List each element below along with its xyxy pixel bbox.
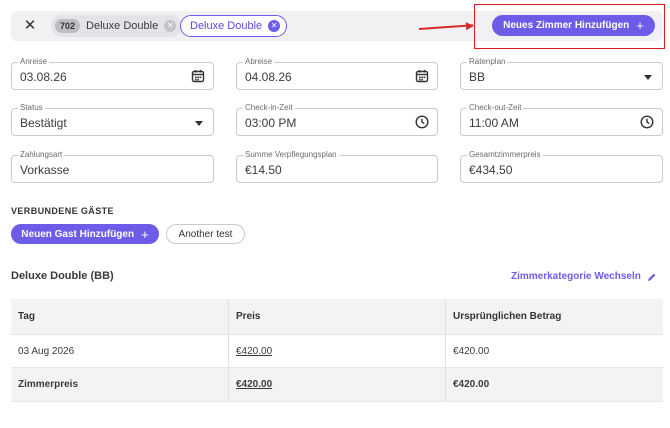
- calendar-icon[interactable]: [191, 69, 205, 83]
- checkin-value: 03:00 PM: [245, 116, 297, 130]
- room-category-title: Deluxe Double (BB): [11, 270, 114, 282]
- chevron-down-icon[interactable]: [644, 75, 652, 80]
- room-tab-active[interactable]: Deluxe Double ✕: [180, 15, 288, 37]
- room-tab-label: Deluxe Double: [86, 20, 159, 32]
- table-total-original-amount: €420.00: [445, 368, 663, 401]
- meal-sum-value: €14.50: [245, 163, 282, 177]
- calendar-icon[interactable]: [415, 69, 429, 83]
- close-icon[interactable]: ✕: [21, 17, 39, 35]
- payment-method-field[interactable]: Zahlungsart Vorkasse: [11, 150, 214, 183]
- table-total-label: Zimmerpreis: [18, 379, 79, 390]
- checkout-value: 11:00 AM: [469, 116, 519, 130]
- table-cell-day: 03 Aug 2026: [18, 345, 75, 357]
- plus-icon: +: [141, 226, 149, 242]
- status-label: Status: [18, 103, 45, 113]
- room-tab-702[interactable]: 702 Deluxe Double ✕: [51, 15, 183, 37]
- total-room-price-label: Gesamtzimmerpreis: [467, 150, 543, 160]
- departure-value: 04.08.26: [245, 70, 292, 84]
- table-cell-price[interactable]: €420.00: [228, 335, 445, 367]
- table-header-row: Tag Preis Ursprünglichen Betrag: [11, 299, 663, 335]
- chevron-down-icon[interactable]: [195, 121, 203, 126]
- status-value: Bestätigt: [20, 116, 67, 130]
- checkout-time-field[interactable]: Check-out-Zeit 11:00 AM: [460, 103, 663, 136]
- linked-guests-heading: VERBUNDENE GÄSTE: [11, 206, 114, 216]
- add-guest-button[interactable]: Neuen Gast Hinzufügen +: [11, 224, 159, 244]
- rate-plan-label: Ratenplan: [467, 57, 508, 67]
- annotation-arrow-head: [465, 21, 475, 31]
- arrival-date-field[interactable]: Anreise 03.08.26: [11, 57, 214, 90]
- table-header-price: Preis: [228, 299, 445, 334]
- remove-tab-icon[interactable]: ✕: [164, 20, 177, 32]
- annotation-highlight-box: [474, 4, 665, 49]
- table-header-day: Tag: [18, 311, 36, 322]
- table-total-row: Zimmerpreis €420.00 €420.00: [11, 368, 663, 402]
- rate-plan-select[interactable]: Ratenplan BB: [460, 57, 663, 90]
- meal-plan-sum-field[interactable]: Summe Verpflegungsplan €14.50: [236, 150, 438, 183]
- arrival-value: 03.08.26: [20, 70, 67, 84]
- table-cell-original-amount: €420.00: [445, 335, 663, 367]
- status-select[interactable]: Status Bestätigt: [11, 103, 214, 136]
- payment-value: Vorkasse: [20, 163, 70, 177]
- table-header-original-amount: Ursprünglichen Betrag: [445, 299, 663, 334]
- checkin-time-field[interactable]: Check-in-Zeit 03:00 PM: [236, 103, 438, 136]
- room-number-badge: 702: [55, 19, 81, 33]
- total-room-price-value: €434.50: [469, 163, 513, 177]
- pencil-icon: [647, 273, 656, 281]
- table-total-price: €420.00: [228, 368, 445, 401]
- payment-label: Zahlungsart: [18, 150, 65, 160]
- price-link[interactable]: €420.00: [236, 346, 272, 357]
- clock-icon[interactable]: [415, 115, 429, 129]
- total-room-price-field[interactable]: Gesamtzimmerpreis €434.50: [460, 150, 663, 183]
- arrival-label: Anreise: [18, 57, 50, 67]
- table-row: 03 Aug 2026 €420.00 €420.00: [11, 335, 663, 368]
- clock-icon[interactable]: [640, 115, 654, 129]
- total-price-value: €420.00: [236, 379, 273, 390]
- rate-plan-value: BB: [469, 70, 486, 84]
- checkout-label: Check-out-Zeit: [467, 103, 524, 113]
- change-room-category-link[interactable]: Zimmerkategorie Wechseln: [511, 271, 657, 282]
- meal-sum-label: Summe Verpflegungsplan: [243, 150, 339, 160]
- add-guest-button-label: Neuen Gast Hinzufügen: [21, 228, 135, 240]
- change-room-category-label: Zimmerkategorie Wechseln: [511, 271, 641, 282]
- departure-label: Abreise: [243, 57, 275, 67]
- remove-active-tab-icon[interactable]: ✕: [268, 20, 281, 32]
- price-table: Tag Preis Ursprünglichen Betrag 03 Aug 2…: [11, 299, 663, 402]
- checkin-label: Check-in-Zeit: [243, 103, 295, 113]
- guest-chip[interactable]: Another test: [166, 224, 245, 244]
- active-tab-label: Deluxe Double: [190, 20, 263, 32]
- departure-date-field[interactable]: Abreise 04.08.26: [236, 57, 438, 90]
